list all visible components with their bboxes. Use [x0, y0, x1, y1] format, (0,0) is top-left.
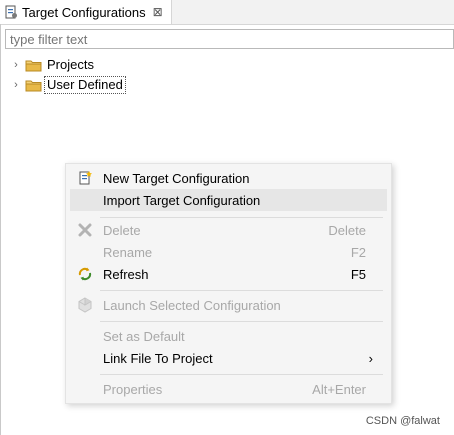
menu-item-shortcut: Delete [328, 222, 366, 238]
tab-title: Target Configurations [22, 4, 146, 20]
menu-item-label: Import Target Configuration [103, 192, 261, 208]
menu-item-new-target-configuration[interactable]: New Target Configuration [70, 167, 387, 189]
target-config-icon [5, 5, 17, 19]
menu-item-delete[interactable]: Delete Delete [70, 219, 387, 241]
folder-icon [25, 80, 42, 92]
view-border [0, 24, 1, 435]
submenu-arrow-icon: › [368, 350, 373, 366]
menu-separator [100, 321, 383, 322]
chevron-right-icon[interactable]: › [10, 79, 22, 91]
new-config-icon [77, 170, 93, 186]
menu-item-label: Link File To Project [103, 350, 213, 366]
menu-item-label: Refresh [103, 266, 149, 282]
view-tab-bar: Target Configurations ⊠ [0, 0, 454, 25]
menu-item-shortcut: Alt+Enter [312, 381, 366, 397]
menu-item-properties[interactable]: Properties Alt+Enter [70, 378, 387, 400]
delete-icon [77, 222, 93, 238]
watermark: CSDN @falwat [365, 415, 440, 427]
menu-separator [100, 217, 383, 218]
menu-item-label: Set as Default [103, 328, 185, 344]
menu-item-import-target-configuration[interactable]: Import Target Configuration [70, 189, 387, 211]
tree-item-user-defined[interactable]: › User Defined [10, 75, 126, 95]
close-icon[interactable]: ⊠ [153, 5, 163, 19]
tab-target-configurations[interactable]: Target Configurations ⊠ [0, 0, 172, 24]
tree-item-projects[interactable]: › Projects [10, 55, 96, 75]
menu-item-label: Properties [103, 381, 163, 397]
menu-separator [100, 290, 383, 291]
launch-icon [77, 297, 93, 313]
menu-item-link-file-to-project[interactable]: Link File To Project › [70, 347, 387, 369]
context-menu: New Target Configuration Import Target C… [65, 163, 392, 404]
chevron-right-icon[interactable]: › [10, 59, 22, 71]
menu-separator [100, 374, 383, 375]
menu-item-launch-selected-configuration[interactable]: Launch Selected Configuration [70, 294, 387, 316]
menu-item-rename[interactable]: Rename F2 [70, 241, 387, 263]
menu-item-label: Launch Selected Configuration [103, 297, 281, 313]
menu-item-label: Delete [103, 222, 141, 238]
filter-input[interactable] [5, 29, 454, 49]
menu-item-label: New Target Configuration [103, 170, 250, 186]
menu-item-label: Rename [103, 244, 153, 260]
menu-item-shortcut: F2 [350, 244, 366, 260]
tree-item-label: Projects [47, 57, 94, 72]
menu-item-set-as-default[interactable]: Set as Default [70, 325, 387, 347]
menu-item-refresh[interactable]: Refresh F5 [70, 263, 387, 285]
refresh-icon [77, 266, 93, 282]
tree-item-label: User Defined [44, 76, 126, 94]
folder-icon [25, 60, 42, 72]
menu-item-shortcut: F5 [350, 266, 366, 282]
